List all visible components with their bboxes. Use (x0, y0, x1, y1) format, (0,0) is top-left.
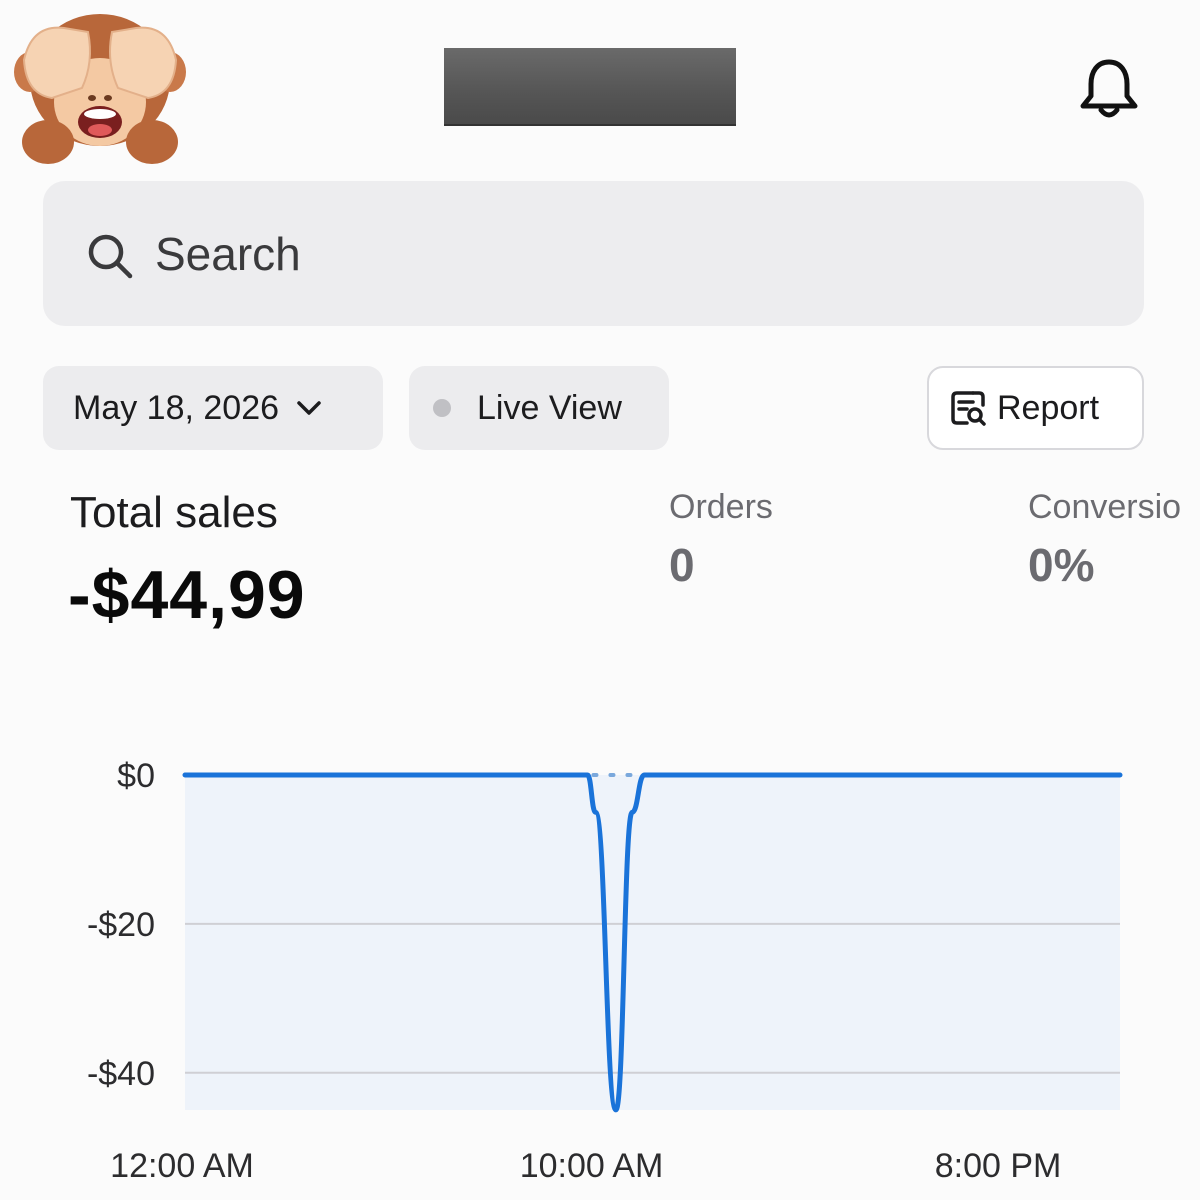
chevron-down-icon (297, 401, 321, 415)
report-search-icon (951, 391, 986, 426)
chart-area-fill (185, 775, 1120, 1110)
orders-value: 0 (669, 539, 695, 591)
see-no-evil-monkey-avatar[interactable] (12, 2, 188, 168)
redacted-store-title (444, 48, 736, 126)
search-bar[interactable] (43, 181, 1144, 326)
live-status-dot (433, 399, 451, 417)
conversion-label: Conversio (1028, 488, 1182, 526)
total-sales-value: -$44,99 (68, 557, 306, 633)
x-tick-label: 8:00 PM (935, 1147, 1062, 1185)
bell-icon[interactable] (1075, 56, 1143, 124)
x-tick-label: 10:00 AM (520, 1147, 664, 1185)
conversion-value: 0% (1028, 539, 1095, 591)
date-label: May 18, 2026 (73, 388, 280, 427)
search-input[interactable] (155, 219, 1055, 289)
live-view-label: Live View (477, 388, 622, 427)
x-tick-label: 12:00 AM (110, 1147, 254, 1185)
sales-chart: $0 -$20 -$40 12:00 AM 10:00 AM 8:00 PM (87, 757, 1123, 1185)
report-button[interactable]: Report (927, 366, 1144, 450)
date-selector[interactable]: May 18, 2026 (43, 366, 383, 450)
y-tick-label: -$40 (87, 1055, 155, 1093)
search-icon (88, 234, 133, 279)
total-sales-label: Total sales (70, 488, 278, 537)
orders-label: Orders (669, 488, 773, 526)
y-tick-label: -$20 (87, 906, 155, 944)
live-view-button[interactable]: Live View (409, 366, 669, 450)
y-tick-label: $0 (117, 757, 155, 795)
report-label: Report (997, 388, 1100, 427)
